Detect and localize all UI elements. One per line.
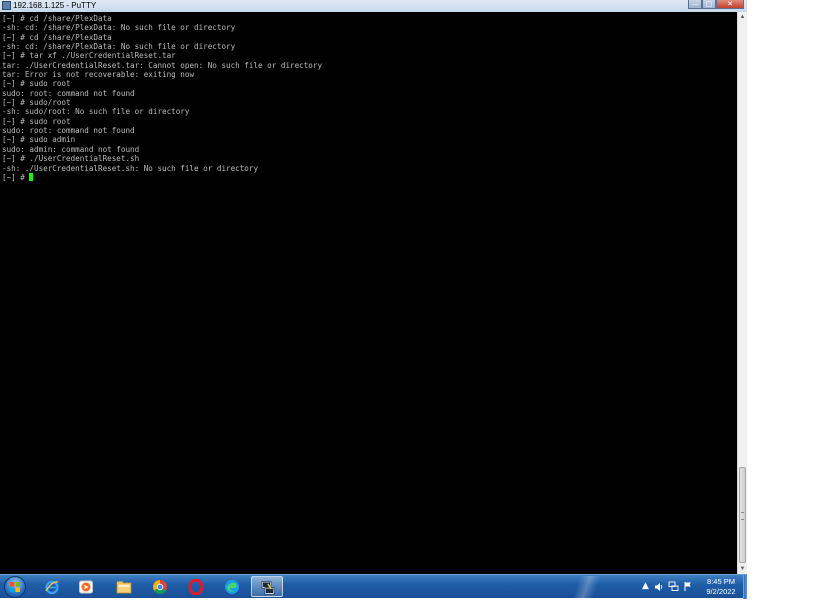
- window-title: 192.168.1.125 - PuTTY: [13, 1, 97, 10]
- terminal-line: [~] # sudo root: [2, 79, 71, 89]
- taskbar-media-player[interactable]: [70, 576, 102, 597]
- flag-icon[interactable]: [683, 581, 693, 592]
- terminal-line: -sh: sudo/root: No such file or director…: [2, 107, 190, 117]
- terminal-line: -sh: cd: /share/PlexData: No such file o…: [2, 42, 236, 52]
- vertical-scrollbar[interactable]: ▲ ▼: [737, 12, 747, 574]
- terminal-line: tar: Error is not recoverable: exiting n…: [2, 70, 195, 80]
- terminal-line: [~] # sudo root: [2, 116, 71, 126]
- terminal-output: [~] # cd /share/PlexData -sh: cd: /share…: [2, 14, 322, 182]
- minimize-button[interactable]: —: [688, 0, 702, 9]
- file-explorer-icon: [116, 581, 132, 594]
- chevron-up-icon[interactable]: ▲: [642, 580, 649, 592]
- terminal-line: [~] # ./UserCredentialReset.sh: [2, 154, 140, 164]
- start-button[interactable]: [4, 576, 26, 598]
- terminal-line: [~] # sudo/root: [2, 98, 71, 108]
- terminal-line: [~] # sudo admin: [2, 135, 76, 145]
- terminal-area[interactable]: [~] # cd /share/PlexData -sh: cd: /share…: [0, 12, 737, 574]
- scrollbar-thumb[interactable]: [739, 467, 746, 563]
- show-desktop-button[interactable]: [743, 575, 747, 599]
- terminal-line: -sh: ./UserCredentialReset.sh: No such f…: [2, 163, 259, 173]
- taskbar: ▲ 8:45 PM 9/2/2022: [0, 574, 747, 599]
- scrollbar-grip-icon: [741, 512, 744, 520]
- terminal-line: sudo: root: command not found: [2, 88, 135, 98]
- scroll-down-arrow-icon[interactable]: ▼: [739, 565, 746, 573]
- close-button[interactable]: ✕: [716, 0, 744, 9]
- windows-logo-icon: [10, 582, 20, 592]
- taskbar-edge[interactable]: [216, 576, 248, 597]
- terminal-line: sudo: root: command not found: [2, 126, 135, 136]
- taskbar-opera[interactable]: [180, 576, 212, 597]
- clock-time[interactable]: 8:45 PM: [699, 577, 743, 586]
- network-icon[interactable]: [668, 581, 679, 592]
- putty-window: 192.168.1.125 - PuTTY — □ ✕ [~] # cd /sh…: [0, 0, 747, 574]
- putty-app-icon[interactable]: [2, 1, 11, 10]
- opera-icon: [188, 579, 204, 595]
- speaker-icon[interactable]: [654, 582, 664, 592]
- chrome-icon: [153, 580, 167, 594]
- terminal-prompt-line[interactable]: [~] #: [2, 172, 322, 182]
- scroll-up-arrow-icon[interactable]: ▲: [739, 13, 746, 21]
- clock-date[interactable]: 9/2/2022: [699, 587, 743, 596]
- terminal-cursor: [29, 172, 34, 181]
- maximize-button[interactable]: □: [702, 0, 716, 9]
- taskbar-file-explorer[interactable]: [108, 576, 140, 597]
- edge-icon: [225, 580, 239, 594]
- putty-icon: [261, 581, 275, 595]
- taskbar-chrome[interactable]: [144, 576, 176, 597]
- taskbar-putty[interactable]: [251, 576, 283, 597]
- terminal-line: [~] # cd /share/PlexData: [2, 14, 112, 23]
- terminal-line: [~] # cd /share/PlexData: [2, 32, 112, 42]
- terminal-line: tar: ./UserCredentialReset.tar: Cannot o…: [2, 60, 323, 70]
- internet-explorer-icon: [45, 580, 59, 595]
- taskbar-glare: [560, 576, 620, 598]
- taskbar-internet-explorer[interactable]: [36, 576, 68, 597]
- terminal-line: [~] # tar xf ./UserCredentialReset.tar: [2, 51, 176, 61]
- terminal-line: -sh: cd: /share/PlexData: No such file o…: [2, 23, 236, 33]
- terminal-line: sudo: admin: command not found: [2, 144, 140, 154]
- terminal-prompt: [~] #: [2, 172, 30, 182]
- media-player-icon: [79, 580, 93, 594]
